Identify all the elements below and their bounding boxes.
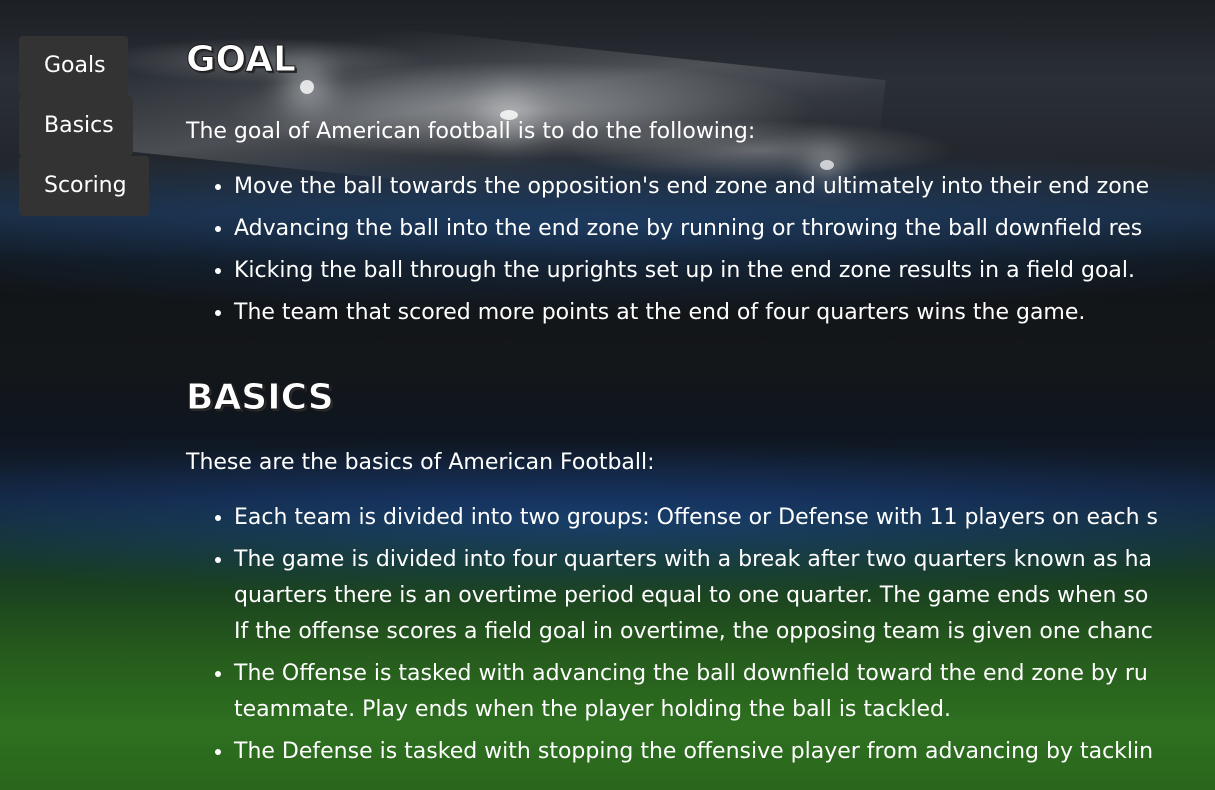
goal-intro: The goal of American football is to do t… — [186, 119, 756, 144]
list-item-line: The Offense is tasked with advancing the… — [234, 661, 1148, 686]
list-item-line: The game is divided into four quarters w… — [234, 547, 1153, 572]
nav-button-basics[interactable]: Basics — [19, 96, 133, 156]
list-item: Each team is divided into two groups: Of… — [234, 500, 1215, 542]
list-item: The Offense is tasked with advancing the… — [234, 656, 1215, 728]
list-item: The team that scored more points at the … — [234, 295, 1215, 337]
basics-heading: Basics — [186, 377, 335, 419]
list-item: The Defense is tasked with stopping the … — [234, 734, 1215, 770]
list-item-line: teammate. Play ends when the player hold… — [234, 697, 951, 722]
list-item: The game is divided into four quarters w… — [234, 542, 1215, 650]
list-item-line: The Defense is tasked with stopping the … — [234, 739, 1154, 764]
list-item-line: If the offense scores a field goal in ov… — [234, 619, 1153, 644]
goal-list: Move the ball towards the opposition's e… — [186, 169, 1215, 337]
side-navigation: Goals Basics Scoring — [19, 36, 159, 216]
nav-button-scoring[interactable]: Scoring — [19, 156, 149, 216]
basics-intro: These are the basics of American Footbal… — [186, 450, 655, 475]
list-item-line: Each team is divided into two groups: Of… — [234, 505, 1158, 530]
main-content: Goal The goal of American football is to… — [186, 36, 1215, 770]
goal-heading: Goal — [186, 39, 297, 81]
list-item: Advancing the ball into the end zone by … — [234, 211, 1215, 253]
list-item: Move the ball towards the opposition's e… — [234, 169, 1215, 211]
nav-button-goals[interactable]: Goals — [19, 36, 128, 96]
basics-section: Basics These are the basics of American … — [186, 374, 1215, 770]
goal-section: Goal The goal of American football is to… — [186, 36, 1215, 337]
list-item-line: quarters there is an overtime period equ… — [234, 583, 1149, 608]
list-item: Kicking the ball through the uprights se… — [234, 253, 1215, 295]
basics-list: Each team is divided into two groups: Of… — [186, 500, 1215, 770]
